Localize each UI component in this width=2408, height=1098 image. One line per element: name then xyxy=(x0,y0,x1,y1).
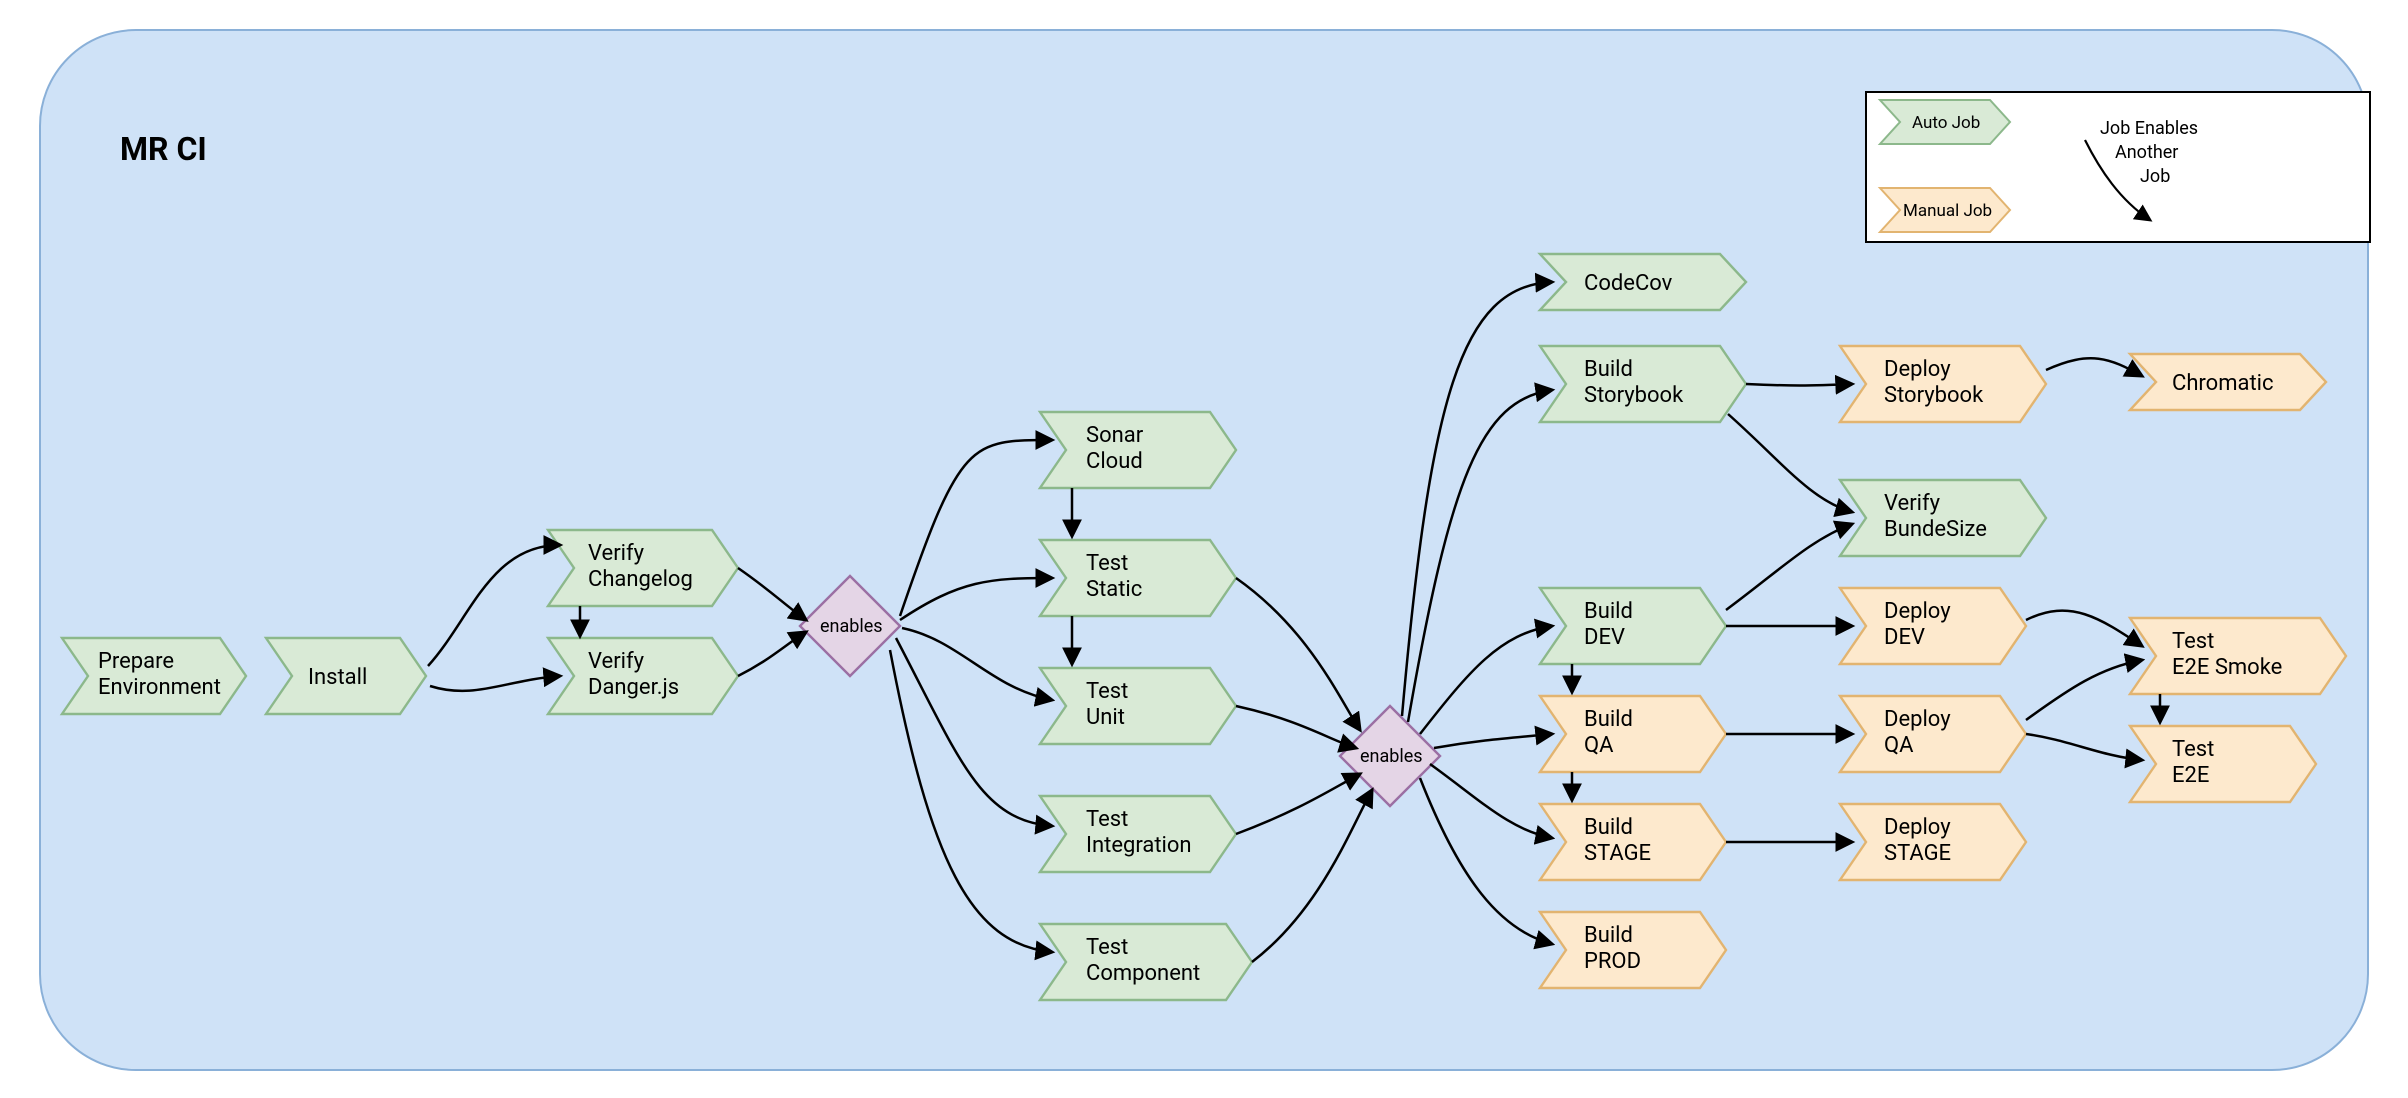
svg-text:Test: Test xyxy=(1086,935,1128,960)
svg-text:DEV: DEV xyxy=(1884,625,1925,650)
node-verify-bundlesize: Verify BundeSize xyxy=(1840,480,2046,556)
svg-text:Test: Test xyxy=(2172,737,2214,762)
svg-text:Build: Build xyxy=(1584,815,1633,840)
node-build-storybook: Build Storybook xyxy=(1540,346,1746,422)
diagram-canvas: MR CI Auto Job Manual Job Job Enables An… xyxy=(0,0,2408,1098)
svg-text:Test: Test xyxy=(1086,551,1128,576)
svg-text:Integration: Integration xyxy=(1086,833,1192,858)
svg-text:Test: Test xyxy=(2172,629,2214,654)
diagram-title: MR CI xyxy=(120,130,207,168)
svg-text:Cloud: Cloud xyxy=(1086,449,1143,474)
svg-text:Changelog: Changelog xyxy=(588,567,693,592)
svg-text:CodeCov: CodeCov xyxy=(1584,271,1673,296)
svg-text:Job Enables: Job Enables xyxy=(2100,118,2198,139)
svg-text:DEV: DEV xyxy=(1584,625,1625,650)
svg-text:Build: Build xyxy=(1584,707,1633,732)
node-test-e2e-smoke: Test E2E Smoke xyxy=(2130,618,2346,694)
svg-text:Danger.js: Danger.js xyxy=(588,675,679,700)
node-verify-danger: Verify Danger.js xyxy=(548,638,738,714)
node-codecov: CodeCov xyxy=(1540,254,1746,310)
node-test-component: Test Component xyxy=(1040,924,1252,1000)
svg-text:Build: Build xyxy=(1584,923,1633,948)
svg-text:Auto Job: Auto Job xyxy=(1912,113,1980,133)
svg-text:Storybook: Storybook xyxy=(1584,383,1684,408)
svg-text:Install: Install xyxy=(308,665,367,690)
svg-text:E2E: E2E xyxy=(2172,763,2209,788)
svg-text:QA: QA xyxy=(1584,733,1614,758)
node-build-prod: Build PROD xyxy=(1540,912,1726,988)
legend-manual-chevron: Manual Job xyxy=(1880,188,2010,232)
node-verify-changelog: Verify Changelog xyxy=(548,530,738,606)
svg-text:Deploy: Deploy xyxy=(1884,357,1951,382)
svg-text:Prepare: Prepare xyxy=(98,649,174,674)
svg-text:Build: Build xyxy=(1584,357,1633,382)
svg-text:STAGE: STAGE xyxy=(1584,841,1651,866)
svg-text:Deploy: Deploy xyxy=(1884,599,1951,624)
node-prepare-environment: Prepare Environment xyxy=(62,638,246,714)
svg-text:QA: QA xyxy=(1884,733,1914,758)
svg-text:Static: Static xyxy=(1086,577,1142,602)
node-test-static: Test Static xyxy=(1040,540,1236,616)
legend-auto-chevron: Auto Job xyxy=(1880,100,2010,144)
svg-text:Sonar: Sonar xyxy=(1086,423,1144,448)
svg-text:STAGE: STAGE xyxy=(1884,841,1951,866)
node-test-unit: Test Unit xyxy=(1040,668,1236,744)
node-test-integration: Test Integration xyxy=(1040,796,1236,872)
svg-text:Deploy: Deploy xyxy=(1884,707,1951,732)
node-deploy-dev: Deploy DEV xyxy=(1840,588,2026,664)
svg-text:Manual Job: Manual Job xyxy=(1903,201,1992,221)
node-build-stage: Build STAGE xyxy=(1540,804,1726,880)
svg-text:enables: enables xyxy=(820,616,883,637)
node-deploy-stage: Deploy STAGE xyxy=(1840,804,2026,880)
svg-text:Storybook: Storybook xyxy=(1884,383,1984,408)
node-build-qa: Build QA xyxy=(1540,696,1726,772)
svg-text:Deploy: Deploy xyxy=(1884,815,1951,840)
svg-text:PROD: PROD xyxy=(1584,949,1641,974)
legend: Auto Job Manual Job Job Enables Another … xyxy=(1866,92,2370,242)
svg-text:Chromatic: Chromatic xyxy=(2172,371,2274,396)
svg-text:Test: Test xyxy=(1086,807,1128,832)
node-chromatic: Chromatic xyxy=(2130,354,2326,410)
svg-text:enables: enables xyxy=(1360,746,1423,767)
svg-text:Job: Job xyxy=(2140,166,2170,187)
svg-text:Build: Build xyxy=(1584,599,1633,624)
svg-text:Test: Test xyxy=(1086,679,1128,704)
node-sonar-cloud: Sonar Cloud xyxy=(1040,412,1236,488)
svg-text:Unit: Unit xyxy=(1086,705,1125,730)
node-build-dev: Build DEV xyxy=(1540,588,1726,664)
svg-text:Environment: Environment xyxy=(98,675,221,700)
node-test-e2e: Test E2E xyxy=(2130,726,2316,802)
svg-text:Another: Another xyxy=(2115,142,2178,163)
node-deploy-qa: Deploy QA xyxy=(1840,696,2026,772)
svg-text:BundeSize: BundeSize xyxy=(1884,517,1987,542)
svg-text:E2E Smoke: E2E Smoke xyxy=(2172,655,2282,680)
svg-text:Verify: Verify xyxy=(588,649,645,674)
svg-text:Component: Component xyxy=(1086,961,1200,986)
node-deploy-storybook: Deploy Storybook xyxy=(1840,346,2046,422)
svg-text:Verify: Verify xyxy=(588,541,645,566)
svg-text:Verify: Verify xyxy=(1884,491,1941,516)
